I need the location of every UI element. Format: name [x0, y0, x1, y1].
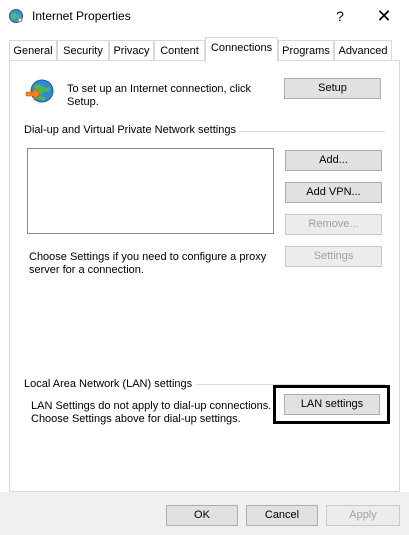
- add-vpn-button[interactable]: Add VPN...: [285, 182, 382, 203]
- tab-content[interactable]: Content: [154, 40, 205, 61]
- setup-description-line1: To set up an Internet connection, click: [67, 83, 252, 95]
- dialup-group-label: Dial-up and Virtual Private Network sett…: [24, 124, 236, 136]
- lan-settings-button[interactable]: LAN settings: [284, 394, 380, 415]
- tab-privacy[interactable]: Privacy: [109, 40, 154, 61]
- window-title: Internet Properties: [32, 9, 131, 23]
- tab-connections[interactable]: Connections: [205, 37, 278, 62]
- internet-properties-icon: [9, 9, 23, 23]
- lan-description-line1: LAN Settings do not apply to dial-up con…: [31, 400, 272, 412]
- dialup-group-divider: [239, 131, 385, 132]
- add-button[interactable]: Add...: [285, 150, 382, 171]
- remove-button[interactable]: Remove...: [285, 214, 382, 235]
- setup-button[interactable]: Setup: [284, 78, 381, 99]
- proxy-description-line2: server for a connection.: [29, 264, 144, 276]
- close-button[interactable]: ✕: [362, 0, 406, 32]
- lan-group-label: Local Area Network (LAN) settings: [24, 378, 193, 390]
- tab-general[interactable]: General: [9, 40, 57, 61]
- tab-security[interactable]: Security: [57, 40, 109, 61]
- lan-description-line2: Choose Settings above for dial-up settin…: [31, 413, 241, 425]
- title-bar: Internet Properties ? ✕: [0, 0, 409, 32]
- cancel-button[interactable]: Cancel: [246, 505, 318, 526]
- setup-description-line2: Setup.: [67, 96, 99, 108]
- tab-programs[interactable]: Programs: [278, 40, 334, 61]
- apply-button[interactable]: Apply: [326, 505, 400, 526]
- network-globe-icon: [25, 79, 54, 103]
- settings-button[interactable]: Settings: [285, 246, 382, 267]
- tab-advanced[interactable]: Advanced: [334, 40, 392, 61]
- ok-button[interactable]: OK: [166, 505, 238, 526]
- help-button[interactable]: ?: [318, 0, 362, 32]
- connections-listbox[interactable]: [27, 148, 274, 234]
- proxy-description-line1: Choose Settings if you need to configure…: [29, 251, 267, 263]
